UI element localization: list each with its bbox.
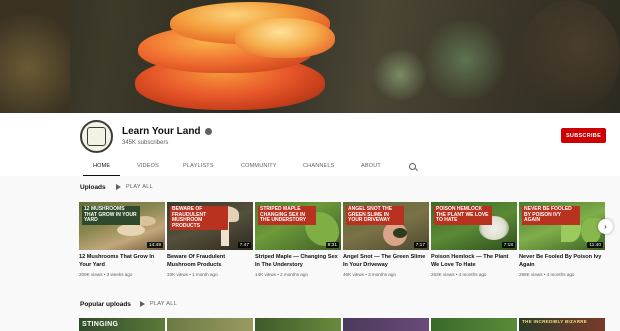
video-duration: 7:17 bbox=[413, 242, 427, 248]
play-all-label: PLAY ALL bbox=[150, 301, 177, 307]
subscriber-count: 345K subscribers bbox=[122, 140, 169, 146]
video-meta: 209K views • 3 weeks ago bbox=[79, 272, 133, 277]
carousel-next-button[interactable]: › bbox=[598, 219, 613, 234]
video-title[interactable]: Striped Maple — Changing Sex In The Unde… bbox=[255, 254, 341, 269]
popular-play-all-button[interactable]: PLAY ALL bbox=[140, 301, 177, 307]
play-icon bbox=[116, 184, 121, 190]
tab-videos[interactable]: VIDEOS bbox=[137, 155, 159, 176]
popular-uploads-row: STINGING THE INCREDIBLY BIZARRE bbox=[79, 318, 606, 331]
video-meta: 14K views • 2 months ago bbox=[255, 272, 308, 277]
play-icon bbox=[140, 301, 145, 307]
video-thumbnail[interactable]: POISON HEMLOCK THE PLANT WE LOVE TO HATE… bbox=[431, 202, 517, 250]
thumbnail-text: STINGING bbox=[82, 321, 119, 328]
thumbnail-text: POISON HEMLOCK THE PLANT WE LOVE TO HATE bbox=[434, 206, 492, 225]
verified-icon bbox=[204, 128, 212, 135]
subscribe-button[interactable]: SUBSCRIBE bbox=[561, 128, 606, 143]
uploads-play-all-button[interactable]: PLAY ALL bbox=[116, 184, 153, 190]
video-thumbnail[interactable] bbox=[255, 318, 341, 331]
video-thumbnail[interactable]: THE INCREDIBLY BIZARRE bbox=[519, 318, 605, 331]
video-meta: 263K views • 4 months ago bbox=[431, 272, 487, 277]
video-meta: 46K views • 3 months ago bbox=[343, 272, 396, 277]
video-title[interactable]: Beware Of Fraudulent Mushroom Products bbox=[167, 254, 253, 269]
video-duration: 11:40 bbox=[587, 242, 603, 248]
video-title[interactable]: Angel Snot — The Green Slime In Your Dri… bbox=[343, 254, 429, 269]
uploads-title: Uploads bbox=[80, 184, 106, 191]
thumbnail-text: BEWARE OF FRAUDULENT MUSHROOM PRODUCTS bbox=[170, 206, 228, 231]
video-duration: 7:47 bbox=[237, 242, 251, 248]
search-icon[interactable] bbox=[409, 163, 416, 170]
video-title[interactable]: Never Be Fooled By Poison Ivy Again bbox=[519, 254, 605, 269]
video-meta: 33K views • 1 month ago bbox=[167, 272, 218, 277]
video-thumbnail[interactable]: BEWARE OF FRAUDULENT MUSHROOM PRODUCTS 7… bbox=[167, 202, 253, 250]
video-duration: 14:49 bbox=[146, 242, 163, 248]
video-duration: 8:31 bbox=[325, 242, 339, 248]
video-meta: 298K views • 4 months ago bbox=[519, 272, 575, 277]
tab-playlists[interactable]: PLAYLISTS bbox=[183, 155, 214, 176]
video-thumbnail[interactable]: STINGING bbox=[79, 318, 165, 331]
thumbnail-text: NEVER BE FOOLED BY POISON IVY AGAIN bbox=[522, 206, 580, 225]
logo-icon bbox=[87, 127, 106, 146]
thumbnail-text: THE INCREDIBLY BIZARRE bbox=[522, 319, 588, 324]
video-thumbnail[interactable]: ANGEL SNOT THE GREEN SLIME IN YOUR DRIVE… bbox=[343, 202, 429, 250]
video-thumbnail[interactable] bbox=[343, 318, 429, 331]
video-title[interactable]: Poison Hemlock — The Plant We Love To Ha… bbox=[431, 254, 517, 269]
video-thumbnail[interactable]: STRIPED MAPLE CHANGING SEX IN THE UNDERS… bbox=[255, 202, 341, 250]
channel-name: Learn Your Land bbox=[122, 126, 212, 137]
channel-name-text: Learn Your Land bbox=[122, 126, 201, 137]
video-thumbnail[interactable]: 12 MUSHROOMS THAT GROW IN YOUR YARD 14:4… bbox=[79, 202, 165, 250]
tab-community[interactable]: COMMUNITY bbox=[241, 155, 277, 176]
tab-channels[interactable]: CHANNELS bbox=[303, 155, 335, 176]
channel-avatar[interactable] bbox=[80, 120, 113, 153]
video-thumbnail[interactable] bbox=[431, 318, 517, 331]
video-title[interactable]: 12 Mushrooms That Grow In Your Yard bbox=[79, 254, 165, 269]
chevron-right-icon: › bbox=[604, 222, 607, 231]
play-all-label: PLAY ALL bbox=[126, 184, 153, 190]
popular-uploads-title: Popular uploads bbox=[80, 301, 131, 308]
video-thumbnail[interactable] bbox=[167, 318, 253, 331]
thumbnail-text: 12 MUSHROOMS THAT GROW IN YOUR YARD bbox=[82, 206, 140, 225]
thumbnail-text: ANGEL SNOT THE GREEN SLIME IN YOUR DRIVE… bbox=[346, 206, 404, 225]
video-duration: 7:18 bbox=[501, 242, 515, 248]
tab-home[interactable]: HOME bbox=[82, 155, 121, 176]
thumbnail-text: STRIPED MAPLE CHANGING SEX IN THE UNDERS… bbox=[258, 206, 316, 225]
channel-banner bbox=[0, 0, 620, 113]
video-thumbnail[interactable]: NEVER BE FOOLED BY POISON IVY AGAIN 11:4… bbox=[519, 202, 605, 250]
tab-about[interactable]: ABOUT bbox=[361, 155, 381, 176]
channel-header: Learn Your Land 345K subscribers SUBSCRI… bbox=[0, 113, 620, 176]
